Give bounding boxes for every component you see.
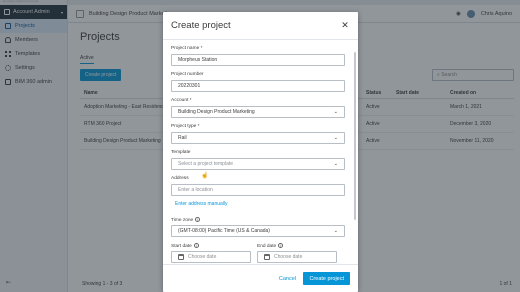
project-name-field[interactable]: Morpheus Station [171,54,345,66]
calendar-icon [264,254,270,260]
info-icon[interactable]: i [195,217,201,222]
dialog-header: Create project ✕ [163,12,358,40]
enter-address-manually-link[interactable]: Enter address manually [175,201,228,207]
project-number-field[interactable]: 20220301 [171,80,345,92]
project-type-label: Project type * [171,124,200,129]
template-select[interactable]: Select a project template ⌄ [171,158,345,170]
chevron-down-icon: ⌄ [333,135,338,141]
end-date-label: End date i [257,243,284,249]
dialog-footer: Cancel Create project [163,264,358,292]
start-date-placeholder: Choose date [188,254,217,260]
dialog-title: Create project [171,20,231,31]
address-placeholder: Enter a location [178,187,213,193]
template-placeholder: Select a project template [178,161,234,167]
info-icon[interactable]: i [193,243,199,248]
info-icon[interactable]: i [278,243,284,248]
close-icon[interactable]: ✕ [340,20,350,30]
time-zone-label-text: Time zone [171,217,194,223]
start-date-field[interactable]: Choose date [171,251,251,263]
address-label: Address [171,176,189,181]
project-number-label: Project number [171,72,204,77]
account-value: Building Design Product Marketing [178,109,255,115]
start-date-label: Start date i [171,243,199,249]
chevron-down-icon: ⌄ [333,109,338,115]
create-project-button[interactable]: Create project [303,272,350,285]
mouse-cursor: ☝ [201,173,209,179]
project-type-select[interactable]: Rail ⌄ [171,132,345,144]
end-date-label-text: End date [257,243,277,249]
chevron-down-icon: ⌄ [333,228,338,234]
project-type-value: Rail [178,135,187,141]
scrollbar[interactable] [354,52,356,220]
account-select[interactable]: Building Design Product Marketing ⌄ [171,106,345,118]
project-name-value: Morpheus Station [178,57,218,63]
chevron-down-icon: ⌄ [333,161,338,167]
template-label: Template [171,150,191,155]
time-zone-label: Time zone i [171,217,201,223]
end-date-field[interactable]: Choose date [257,251,337,263]
cancel-button[interactable]: Cancel [275,273,300,285]
project-number-value: 20220301 [178,83,201,89]
time-zone-value: (GMT-08:00) Pacific Time (US & Canada) [178,228,270,234]
account-label: Account * [171,98,192,103]
start-date-label-text: Start date [171,243,192,249]
time-zone-select[interactable]: (GMT-08:00) Pacific Time (US & Canada) ⌄ [171,225,345,237]
project-name-label: Project name * [171,46,203,51]
address-input[interactable]: Enter a location [171,184,345,196]
dialog-body[interactable]: Project name * Morpheus Station Project … [163,40,358,264]
end-date-placeholder: Choose date [274,254,303,260]
create-project-dialog: Create project ✕ Project name * Morpheus… [163,12,358,292]
calendar-icon [178,254,184,260]
